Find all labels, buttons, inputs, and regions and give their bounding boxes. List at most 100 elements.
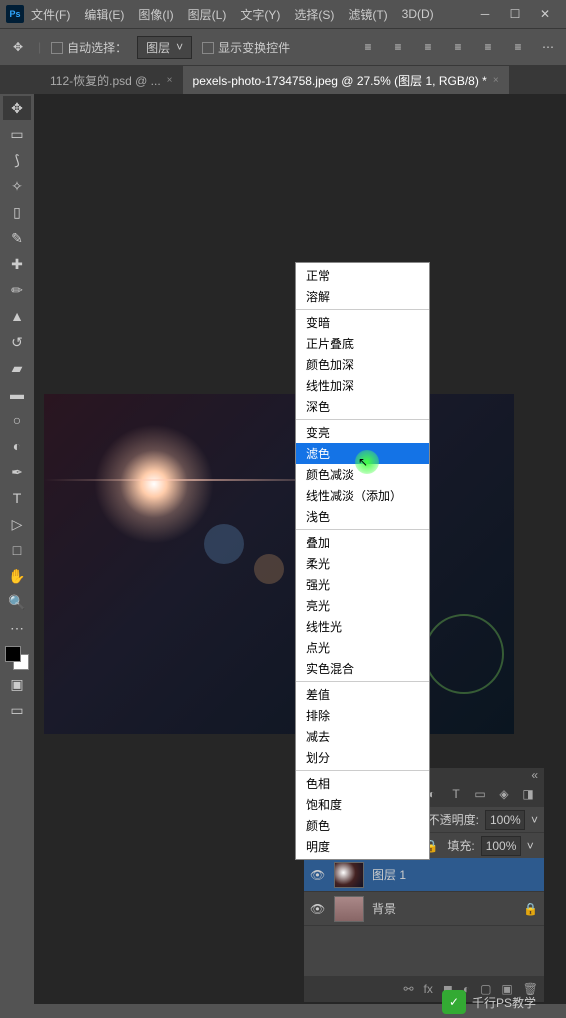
menu-layer[interactable]: 图层(L) [181,6,234,23]
more-icon[interactable]: ⋯ [538,37,558,57]
gradient-tool[interactable]: ▬ [3,382,31,406]
close-button[interactable]: ✕ [530,4,560,24]
layer-thumbnail[interactable] [334,862,364,888]
lock-icon[interactable]: 🔒 [523,902,538,916]
align-icon[interactable]: ≡ [508,37,528,57]
align-icon[interactable]: ≡ [478,37,498,57]
fill-input[interactable]: 100% [481,836,521,856]
flare-orb [204,524,244,564]
blend-mode-item[interactable]: 深色 [296,396,429,417]
layer-name[interactable]: 图层 1 [372,866,406,883]
type-tool[interactable]: T [3,486,31,510]
visibility-icon[interactable]: 👁 [310,868,326,882]
blend-mode-item[interactable]: 饱和度 [296,794,429,815]
move-tool[interactable]: ✥ [3,96,31,120]
layer-item[interactable]: 👁 图层 1 [304,858,544,892]
pen-tool[interactable]: ✒ [3,460,31,484]
menu-filter[interactable]: 滤镜(T) [341,6,394,23]
quick-mask-tool[interactable]: ▣ [3,672,31,696]
filter-toggle-icon[interactable]: ◨ [518,784,538,804]
menu-type[interactable]: 文字(Y) [233,6,287,23]
hand-tool[interactable]: ✋ [3,564,31,588]
blend-mode-item[interactable]: 溶解 [296,286,429,307]
close-icon[interactable]: × [167,75,173,86]
menu-image[interactable]: 图像(I) [131,6,180,23]
chevron-down-icon[interactable]: ˅ [531,813,538,827]
cursor-arrow-icon: ↖ [358,455,368,469]
chevron-down-icon[interactable]: ˅ [527,839,534,853]
blend-mode-item[interactable]: 线性减淡（添加） [296,485,429,506]
blend-mode-item[interactable]: 色相 [296,773,429,794]
screen-mode-tool[interactable]: ▭ [3,698,31,722]
rectangle-tool[interactable]: □ [3,538,31,562]
blend-mode-item[interactable]: 柔光 [296,553,429,574]
fx-icon[interactable]: fx [424,982,433,996]
blend-mode-item[interactable]: 减去 [296,726,429,747]
eyedropper-tool[interactable]: ✎ [3,226,31,250]
maximize-button[interactable]: ☐ [500,4,530,24]
blend-mode-item[interactable]: 线性加深 [296,375,429,396]
wechat-icon: ✓ [442,990,466,1014]
filter-type-icon[interactable]: T [446,784,466,804]
color-swatch[interactable] [5,646,29,670]
eraser-tool[interactable]: ▰ [3,356,31,380]
minimize-button[interactable]: ─ [470,4,500,24]
blend-mode-item[interactable]: 变亮 [296,422,429,443]
show-transform-checkbox[interactable]: 显示变换控件 [202,39,290,56]
history-brush-tool[interactable]: ↺ [3,330,31,354]
blend-mode-item[interactable]: 正常 [296,265,429,286]
blend-mode-item[interactable]: 线性光 [296,616,429,637]
marquee-tool[interactable]: ▭ [3,122,31,146]
blend-mode-item[interactable]: 差值 [296,684,429,705]
auto-select-target-dropdown[interactable]: 图层˅ [137,36,192,59]
blend-mode-item[interactable]: 划分 [296,747,429,768]
blend-mode-item[interactable]: 点光 [296,637,429,658]
path-select-tool[interactable]: ▷ [3,512,31,536]
align-icon[interactable]: ≡ [358,37,378,57]
zoom-tool[interactable]: 🔍 [3,590,31,614]
tab-active[interactable]: pexels-photo-1734758.jpeg @ 27.5% (图层 1,… [183,66,509,94]
blend-mode-item[interactable]: 颜色 [296,815,429,836]
filter-smart-icon[interactable]: ◈ [494,784,514,804]
stamp-tool[interactable]: ▲ [3,304,31,328]
layer-item[interactable]: 👁 背景 🔒 [304,892,544,926]
menu-file[interactable]: 文件(F) [24,6,77,23]
visibility-icon[interactable]: 👁 [310,902,326,916]
document-tabs: 112-恢复的.psd @ ...× pexels-photo-1734758.… [0,66,566,94]
app-logo: Ps [6,5,24,23]
fill-label: 填充: [447,837,474,854]
crop-tool[interactable]: ▯ [3,200,31,224]
blend-mode-item[interactable]: 强光 [296,574,429,595]
lasso-tool[interactable]: ⟆ [3,148,31,172]
dodge-tool[interactable]: ◐ [3,434,31,458]
blend-mode-item[interactable]: 正片叠底 [296,333,429,354]
blend-mode-item[interactable]: 实色混合 [296,658,429,679]
filter-shape-icon[interactable]: ▭ [470,784,490,804]
align-icon[interactable]: ≡ [418,37,438,57]
healing-tool[interactable]: ✚ [3,252,31,276]
align-icon[interactable]: ≡ [448,37,468,57]
align-icon[interactable]: ≡ [388,37,408,57]
edit-toolbar[interactable]: ⋯ [3,616,31,640]
link-icon[interactable]: ⚯ [403,982,413,996]
close-icon[interactable]: × [493,75,499,86]
layer-thumbnail[interactable] [334,896,364,922]
blend-mode-item[interactable]: 颜色加深 [296,354,429,375]
menu-select[interactable]: 选择(S) [287,6,341,23]
blend-mode-item[interactable]: 亮光 [296,595,429,616]
auto-select-checkbox[interactable]: 自动选择： [51,39,127,56]
blur-tool[interactable]: ○ [3,408,31,432]
watermark: ✓ 千行PS教学 [442,990,536,1014]
opacity-input[interactable]: 100% [485,810,525,830]
blend-mode-item[interactable]: 叠加 [296,532,429,553]
menu-3d[interactable]: 3D(D) [395,7,441,21]
magic-wand-tool[interactable]: ✧ [3,174,31,198]
blend-mode-item[interactable]: 明度 [296,836,429,857]
menu-edit[interactable]: 编辑(E) [77,6,131,23]
blend-mode-item[interactable]: 变暗 [296,312,429,333]
tab-inactive[interactable]: 112-恢复的.psd @ ...× [40,66,183,94]
layer-name[interactable]: 背景 [372,900,396,917]
blend-mode-item[interactable]: 排除 [296,705,429,726]
brush-tool[interactable]: ✏ [3,278,31,302]
blend-mode-item[interactable]: 浅色 [296,506,429,527]
